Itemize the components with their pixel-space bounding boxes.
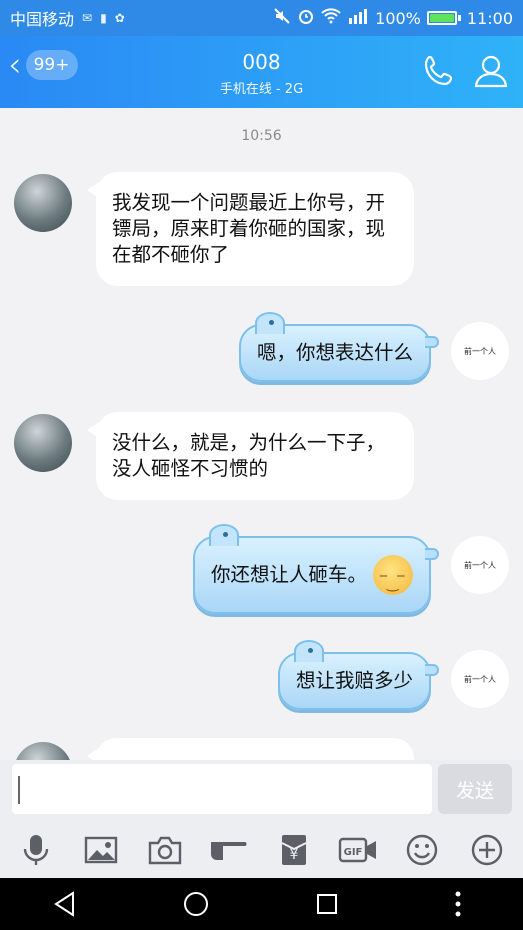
message-text: 想让我赔多少 <box>295 669 413 692</box>
poke-hand-icon <box>211 842 247 860</box>
message-list[interactable]: 10:56 我发现一个问题最近上你号，开镖局，原来盯着你砸的国家，现在都不砸你了… <box>0 108 523 760</box>
wifi-icon <box>321 8 341 28</box>
image-icon <box>84 836 117 864</box>
message-text: 嗯，你想表达什么 <box>256 341 413 364</box>
poke-button[interactable] <box>209 830 249 870</box>
status-right: 100% 11:00 <box>273 7 513 29</box>
outgoing-message[interactable]: 想让我赔多少 <box>277 640 439 710</box>
status-left: 中国移动 ✉ ▮ ✿ <box>10 6 125 30</box>
outgoing-message[interactable]: 嗯，你想表达什么 <box>238 312 439 382</box>
nav-home-button[interactable] <box>176 884 216 924</box>
gif-button[interactable]: GIF <box>338 830 378 870</box>
input-area: 发送 <box>0 760 523 822</box>
avatar-text: 前一个人 <box>464 674 496 684</box>
system-navigation-bar <box>0 878 523 930</box>
red-packet-button[interactable]: ¥ <box>274 830 314 870</box>
square-recents-icon <box>316 894 337 914</box>
app-icon-2: ✿ <box>114 11 125 25</box>
avatar-text: 前一个人 <box>464 346 496 356</box>
image-button[interactable] <box>81 830 121 870</box>
my-avatar[interactable]: 前一个人 <box>451 650 509 708</box>
message-text: 你还想让人砸车。 <box>210 563 367 586</box>
contact-avatar[interactable] <box>14 174 72 232</box>
notification-icon: ✉ <box>82 11 93 25</box>
send-button[interactable]: 发送 <box>438 764 512 814</box>
contact-avatar[interactable] <box>14 414 72 472</box>
message-text: 没什么，就是，为什么一下子，没人砸怪不习惯的 <box>112 431 386 480</box>
message-timestamp: 10:56 <box>241 128 282 144</box>
gif-icon: GIF <box>338 837 377 863</box>
nav-back-button[interactable] <box>45 884 85 924</box>
mute-icon <box>273 7 291 29</box>
text-caret <box>18 776 20 804</box>
smiley-icon <box>407 834 438 866</box>
nav-menu-button[interactable] <box>438 884 478 924</box>
my-avatar[interactable]: 前一个人 <box>451 536 509 594</box>
status-bar: 中国移动 ✉ ▮ ✿ 100% 11:00 <box>0 0 523 36</box>
circle-home-icon <box>184 892 209 916</box>
camera-button[interactable] <box>145 830 185 870</box>
emoji-button[interactable] <box>402 830 442 870</box>
microphone-icon <box>23 835 49 865</box>
voice-button[interactable] <box>16 830 56 870</box>
red-packet-icon: ¥ <box>281 835 307 865</box>
contact-avatar[interactable] <box>14 742 72 760</box>
signal-icon <box>347 8 369 28</box>
message-text: 我发现一个问题最近上你号，开镖局，原来盯着你砸的国家，现在都不砸你了 <box>112 191 386 266</box>
message-input[interactable] <box>12 764 432 814</box>
alarm-icon <box>297 7 315 29</box>
chat-header: ‹ 99+ 008 手机在线 - 2G <box>0 36 523 108</box>
avatar-text: 前一个人 <box>464 560 496 570</box>
outgoing-message[interactable]: 你还想让人砸车。 <box>192 524 439 614</box>
incoming-message-partial[interactable] <box>87 738 414 760</box>
battery-percent: 100% <box>375 8 421 28</box>
input-toolbar: ¥ GIF <box>0 822 523 878</box>
camera-icon <box>148 836 182 865</box>
my-avatar[interactable]: 前一个人 <box>451 322 509 380</box>
more-button[interactable] <box>467 830 507 870</box>
nav-recents-button[interactable] <box>307 884 347 924</box>
phone-icon <box>424 55 453 86</box>
relieved-face-emoji <box>373 555 413 597</box>
clock: 11:00 <box>466 8 513 28</box>
incoming-message[interactable]: 没什么，就是，为什么一下子，没人砸怪不习惯的 <box>87 412 414 500</box>
triangle-back-icon <box>54 891 75 917</box>
profile-button[interactable] <box>472 52 512 92</box>
battery-icon <box>426 11 461 25</box>
person-icon <box>474 55 508 88</box>
plus-icon <box>471 834 503 866</box>
incoming-message[interactable]: 我发现一个问题最近上你号，开镖局，原来盯着你砸的国家，现在都不砸你了 <box>87 172 414 286</box>
call-button[interactable] <box>420 52 460 92</box>
carrier-label: 中国移动 <box>10 10 75 29</box>
vertical-dots-icon <box>455 891 461 917</box>
svg-text:GIF: GIF <box>344 847 363 858</box>
app-icon: ▮ <box>100 11 107 25</box>
